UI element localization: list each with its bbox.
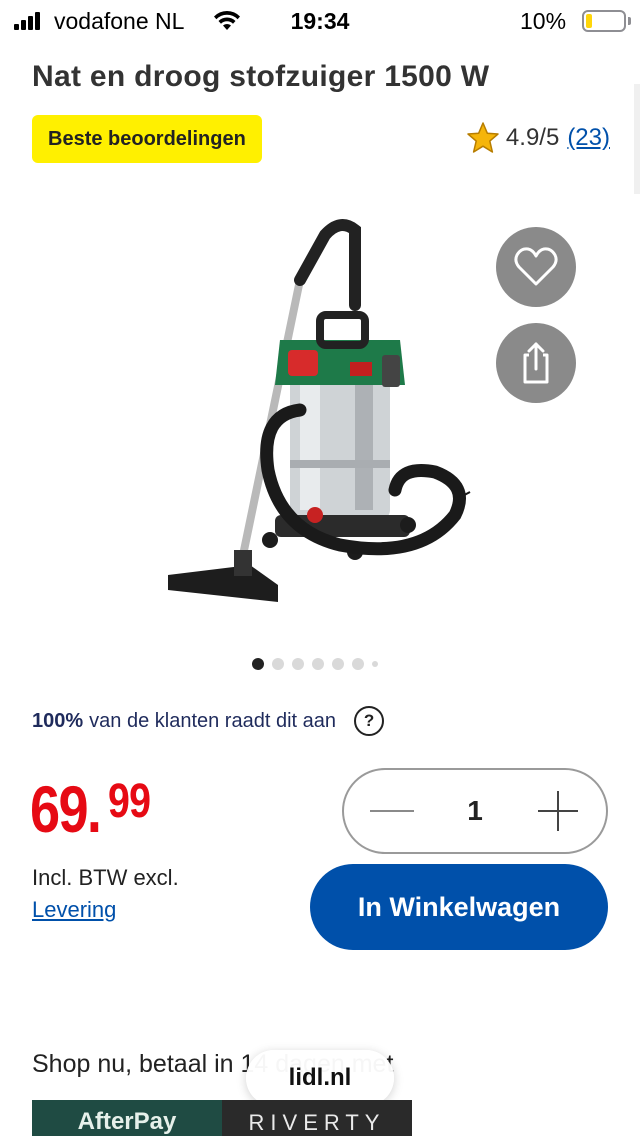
share-icon — [523, 342, 549, 384]
plus-icon — [537, 791, 578, 831]
riverty-logo: RIVERTY — [222, 1100, 412, 1136]
battery-percent: 10% — [520, 8, 567, 34]
star-icon — [467, 122, 499, 153]
heart-icon — [514, 247, 558, 286]
afterpay-logo: AfterPay — [32, 1100, 222, 1136]
quantity-value[interactable]: 1 — [467, 795, 483, 827]
share-button[interactable] — [496, 323, 576, 403]
vat-text: Incl. BTW excl. — [32, 865, 179, 890]
price-decimal: 99 — [108, 775, 151, 828]
battery-nub — [628, 17, 631, 25]
product-rating[interactable]: 4.9/5 (23) — [466, 118, 610, 158]
gallery-dot-active[interactable] — [252, 658, 264, 670]
battery-icon — [582, 10, 626, 32]
gallery-dot[interactable] — [272, 658, 284, 670]
vacuum-cleaner-image[interactable] — [150, 210, 490, 620]
quantity-stepper: 1 — [342, 768, 608, 854]
gallery-dot[interactable] — [312, 658, 324, 670]
vat-info: Incl. BTW excl. Levering — [32, 862, 179, 926]
rating-value: 4.9/5 — [505, 124, 560, 151]
delivery-link[interactable]: Levering — [32, 894, 179, 926]
favorite-button[interactable] — [496, 227, 576, 307]
recommend-text: van de klanten raadt dit aan — [89, 709, 337, 732]
add-to-cart-button[interactable]: In Winkelwagen — [310, 864, 608, 950]
recommend-percent: 100% — [32, 709, 84, 732]
gallery-dot[interactable] — [372, 661, 378, 667]
product-title: Nat en droog stofzuiger 1500 W — [32, 60, 490, 93]
price-integer: 69. — [30, 772, 102, 846]
status-bar: vodafone NL 19:34 10% — [0, 0, 640, 44]
decrease-quantity-button[interactable] — [370, 789, 414, 833]
gallery-dot[interactable] — [332, 658, 344, 670]
gallery-pagination[interactable] — [252, 658, 386, 670]
increase-quantity-button[interactable] — [536, 789, 580, 833]
best-rated-badge: Beste beoordelingen — [32, 115, 262, 163]
help-icon[interactable]: ? — [354, 706, 385, 736]
rating-count-link[interactable]: (23) — [567, 124, 610, 152]
minus-icon — [370, 810, 414, 812]
scroll-edge — [634, 84, 640, 194]
gallery-dot[interactable] — [292, 658, 304, 670]
gallery-dot[interactable] — [352, 658, 364, 670]
recommendation-line: 100% van de klanten raadt dit aan ? — [32, 706, 385, 736]
price: 69. 99 — [30, 772, 151, 846]
browser-url-pill[interactable]: lidl.nl — [246, 1050, 394, 1106]
